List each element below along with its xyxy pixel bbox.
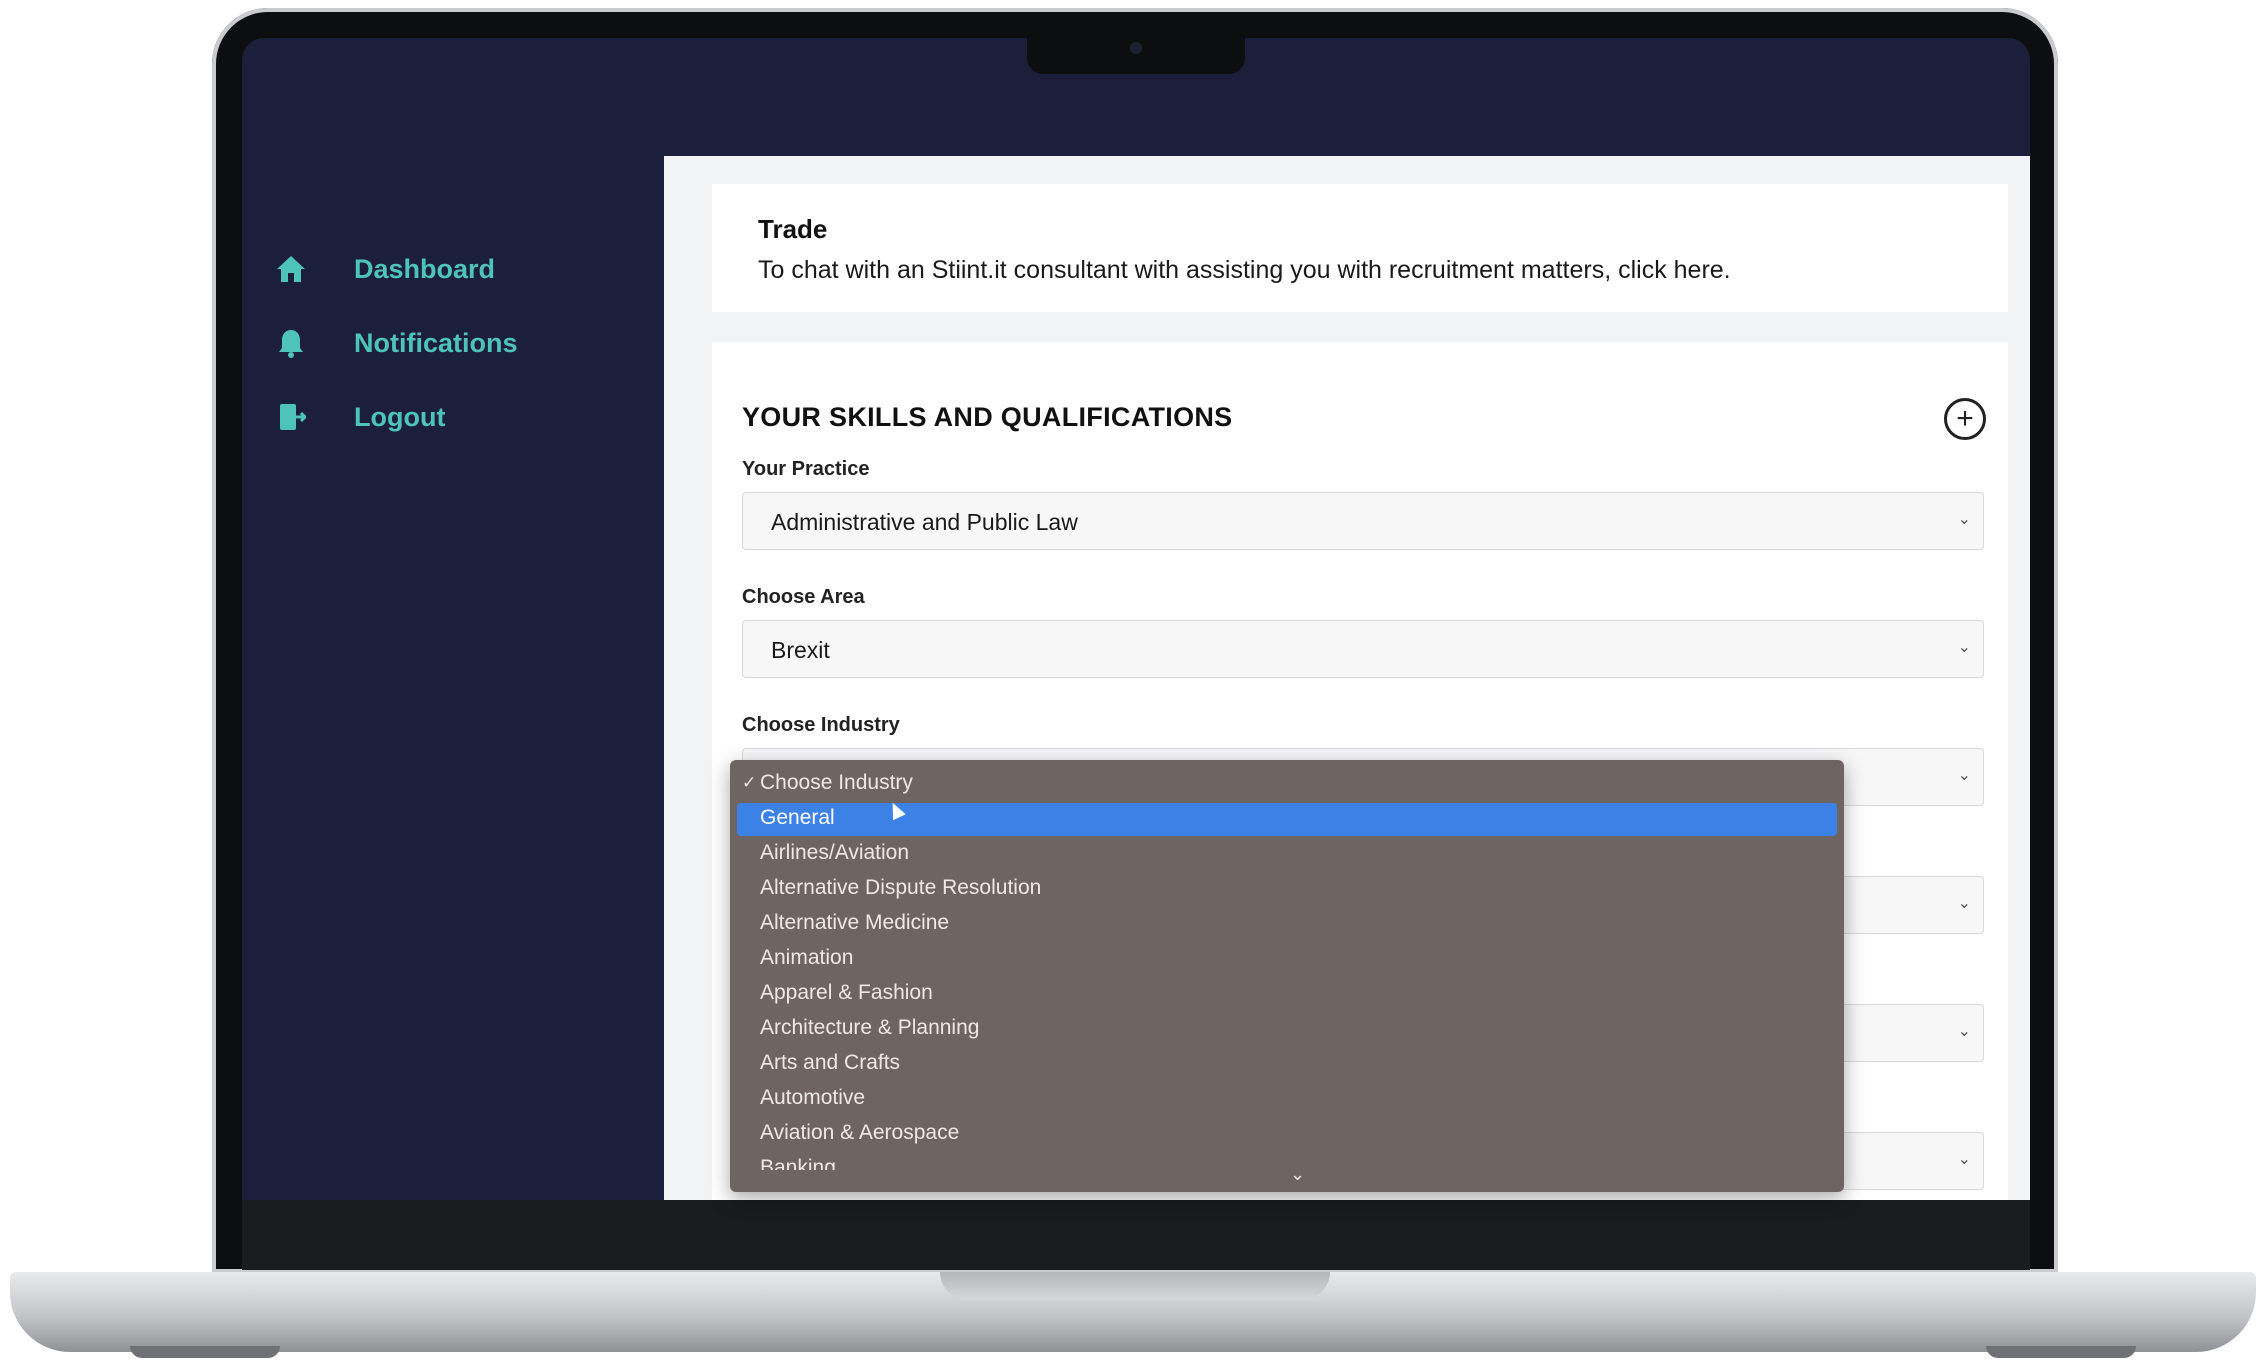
home-icon: [274, 252, 308, 286]
sidebar-item-dashboard[interactable]: Dashboard: [274, 252, 495, 286]
laptop-chin: [242, 1200, 2030, 1270]
dropdown-option[interactable]: Arts and Crafts: [760, 1051, 900, 1075]
trade-title: Trade: [758, 214, 828, 244]
industry-dropdown-menu: ✓ Choose Industry General Airlines/Aviat…: [730, 760, 1844, 1192]
chevron-down-icon: ⌄: [1957, 1023, 1971, 1040]
area-value: Brexit: [771, 637, 830, 663]
chevron-down-icon: ⌄: [1957, 1151, 1971, 1168]
dropdown-option[interactable]: Animation: [760, 946, 853, 970]
laptop-foot-right: [1986, 1346, 2136, 1358]
sidebar-item-label: Notifications: [354, 327, 518, 358]
camera-icon: [1130, 42, 1142, 54]
dropdown-option[interactable]: Alternative Medicine: [760, 911, 949, 935]
dropdown-option[interactable]: Airlines/Aviation: [760, 841, 909, 865]
practice-select[interactable]: Administrative and Public Law ⌄: [742, 492, 1984, 550]
dropdown-option[interactable]: Aviation & Aerospace: [760, 1121, 959, 1145]
dropdown-option-selected[interactable]: Choose Industry: [760, 771, 913, 795]
sidebar-item-notifications[interactable]: Notifications: [274, 326, 518, 360]
trade-chat-link[interactable]: To chat with an Stiint.it consultant wit…: [758, 256, 1731, 285]
dropdown-option[interactable]: Apparel & Fashion: [760, 981, 933, 1005]
chevron-down-icon: ⌄: [1957, 639, 1971, 656]
dropdown-option[interactable]: Banking: [760, 1156, 836, 1170]
bell-icon: [274, 326, 308, 360]
chevron-down-icon: ⌄: [1957, 895, 1971, 912]
logout-icon: [274, 400, 308, 434]
dropdown-option[interactable]: General: [760, 806, 835, 830]
dropdown-option[interactable]: Architecture & Planning: [760, 1016, 979, 1040]
practice-label: Your Practice: [742, 458, 870, 480]
area-select[interactable]: Brexit ⌄: [742, 620, 1984, 678]
practice-value: Administrative and Public Law: [771, 509, 1078, 535]
chevron-down-icon: ⌄: [1957, 511, 1971, 528]
trade-card: Trade To chat with an Stiint.it consulta…: [712, 184, 2008, 312]
laptop-opening-notch: [940, 1272, 1330, 1300]
sidebar-item-label: Logout: [354, 401, 446, 432]
plus-circle-icon[interactable]: +: [1944, 398, 1986, 440]
industry-label: Choose Industry: [742, 714, 900, 736]
area-label: Choose Area: [742, 586, 865, 608]
sidebar-item-label: Dashboard: [354, 253, 496, 284]
laptop-foot-left: [130, 1346, 280, 1358]
section-title: YOUR SKILLS AND QUALIFICATIONS: [742, 402, 1233, 432]
checkmark-icon: ✓: [742, 773, 757, 792]
sidebar: Dashboard Notifications Logout: [242, 38, 664, 1200]
dropdown-option[interactable]: Automotive: [760, 1086, 865, 1110]
sidebar-item-logout[interactable]: Logout: [274, 400, 445, 434]
dropdown-option[interactable]: Alternative Dispute Resolution: [760, 876, 1041, 900]
chevron-down-icon: ⌄: [1957, 767, 1971, 784]
scroll-down-chevron-icon[interactable]: ⌄: [1290, 1164, 1305, 1185]
